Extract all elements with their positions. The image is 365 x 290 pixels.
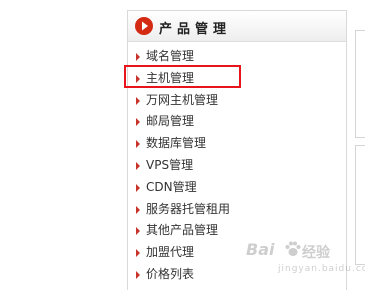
highlight-annotation-box bbox=[124, 65, 241, 88]
panel-header: 产品管理 bbox=[128, 11, 346, 42]
menu-item-hichina-hosting[interactable]: 万网主机管理 bbox=[128, 90, 346, 112]
watermark-brand: Bai bbox=[246, 240, 275, 259]
menu-item-label[interactable]: 其他产品管理 bbox=[146, 220, 218, 242]
menu-item-label[interactable]: CDN管理 bbox=[146, 177, 197, 199]
panel-title: 产品管理 bbox=[159, 22, 232, 37]
triangle-right-icon bbox=[136, 140, 140, 149]
menu-item-label[interactable]: 服务器托管租用 bbox=[146, 199, 230, 221]
triangle-right-icon bbox=[136, 53, 140, 61]
triangle-right-icon bbox=[136, 118, 140, 127]
watermark-suffix: 经验 bbox=[302, 245, 330, 261]
watermark-url: jingyan.baidu.com bbox=[278, 264, 365, 274]
paw-icon bbox=[285, 241, 301, 256]
triangle-right-icon bbox=[136, 249, 140, 258]
side-panel-edge bbox=[355, 30, 365, 138]
menu-item-label[interactable]: 价格列表 bbox=[146, 264, 194, 286]
menu-item-cdn[interactable]: CDN管理 bbox=[128, 177, 346, 199]
menu-item-database[interactable]: 数据库管理 bbox=[128, 133, 346, 155]
triangle-right-icon bbox=[136, 96, 140, 105]
menu-item-label[interactable]: 数据库管理 bbox=[146, 133, 206, 155]
menu-item-server-colocation[interactable]: 服务器托管租用 bbox=[128, 199, 346, 221]
triangle-right-icon bbox=[136, 227, 140, 236]
menu-item-vps[interactable]: VPS管理 bbox=[128, 155, 346, 177]
page: 产品管理 域名管理 主机管理 万网主机管理 邮局管理 数据库管理 VPS管理 C… bbox=[0, 0, 365, 290]
side-panel-edge bbox=[355, 145, 365, 265]
menu-item-label[interactable]: 万网主机管理 bbox=[146, 90, 218, 112]
menu-item-label[interactable]: VPS管理 bbox=[146, 155, 193, 177]
triangle-right-icon bbox=[136, 161, 140, 170]
play-circle-icon bbox=[135, 17, 153, 35]
baidu-jingyan-watermark: Bai 经验 jingyan.baidu.com bbox=[246, 236, 365, 282]
triangle-right-icon bbox=[136, 205, 140, 214]
menu-item-label[interactable]: 邮局管理 bbox=[146, 111, 194, 133]
menu-item-label[interactable]: 加盟代理 bbox=[146, 242, 194, 264]
triangle-right-icon bbox=[136, 183, 140, 192]
triangle-right-icon bbox=[136, 270, 140, 279]
menu-item-mail[interactable]: 邮局管理 bbox=[128, 111, 346, 133]
